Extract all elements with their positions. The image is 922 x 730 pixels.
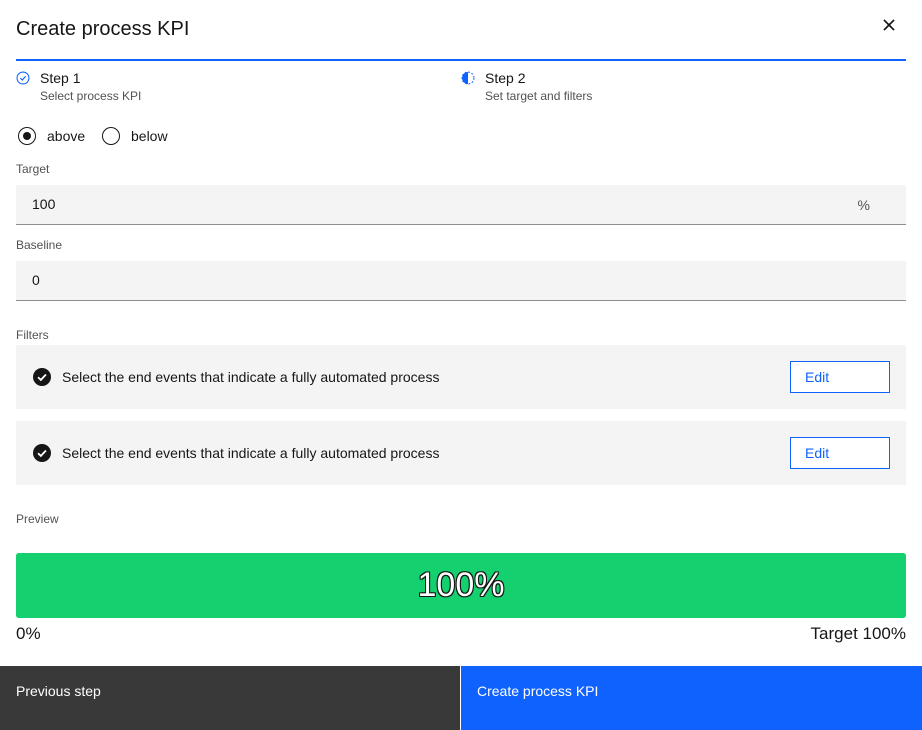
create-kpi-modal: Create process KPI Step 1 Select process… [0, 0, 922, 730]
create-kpi-button[interactable]: Create process KPI [461, 666, 922, 730]
checkmark-filled-icon [33, 368, 51, 386]
checkmark-outline-icon [16, 71, 30, 85]
incomplete-icon [461, 71, 475, 85]
filter-text: Select the end events that indicate a fu… [62, 445, 440, 461]
preview-progress-bar: 100% [16, 553, 906, 618]
edit-filter-button[interactable]: Edit [790, 437, 890, 469]
progress-indicator: Step 1 Select process KPI Step 2 Set tar… [16, 68, 906, 108]
radio-below-label: below [131, 128, 168, 144]
radio-above-label: above [47, 128, 86, 144]
modal-title: Create process KPI [16, 18, 190, 40]
step-1-subtitle: Select process KPI [40, 89, 142, 103]
radio-below-circle[interactable] [102, 127, 120, 145]
percent-suffix: % [857, 197, 870, 213]
filter-item: Select the end events that indicate a fu… [16, 345, 906, 409]
baseline-field-wrapper [16, 261, 906, 301]
radio-above-circle[interactable] [18, 127, 36, 145]
step-2-label: Step 2 [485, 70, 526, 86]
baseline-input[interactable] [16, 261, 832, 299]
close-icon[interactable] [880, 16, 898, 34]
radio-below[interactable]: below [102, 127, 168, 145]
previous-step-button[interactable]: Previous step [0, 666, 460, 730]
target-input[interactable] [16, 185, 832, 223]
edit-filter-button[interactable]: Edit [790, 361, 890, 393]
checkmark-filled-icon [33, 444, 51, 462]
target-label: Target [16, 162, 50, 176]
baseline-label: Baseline [16, 238, 63, 252]
radio-above[interactable]: above [18, 127, 85, 145]
preview-label: Preview [16, 512, 59, 526]
preview-min-label: 0% [16, 624, 41, 643]
filter-item: Select the end events that indicate a fu… [16, 421, 906, 485]
modal-header: Create process KPI [16, 0, 906, 61]
step-1-label: Step 1 [40, 70, 81, 86]
preview-target-label: Target 100% [810, 624, 906, 643]
filter-text: Select the end events that indicate a fu… [62, 369, 440, 385]
step-2-subtitle: Set target and filters [485, 89, 593, 103]
preview-value: 100% [417, 566, 505, 604]
modal-footer: Previous step Create process KPI [0, 666, 922, 730]
target-field-wrapper: % [16, 185, 906, 225]
filters-label: Filters [16, 328, 49, 342]
